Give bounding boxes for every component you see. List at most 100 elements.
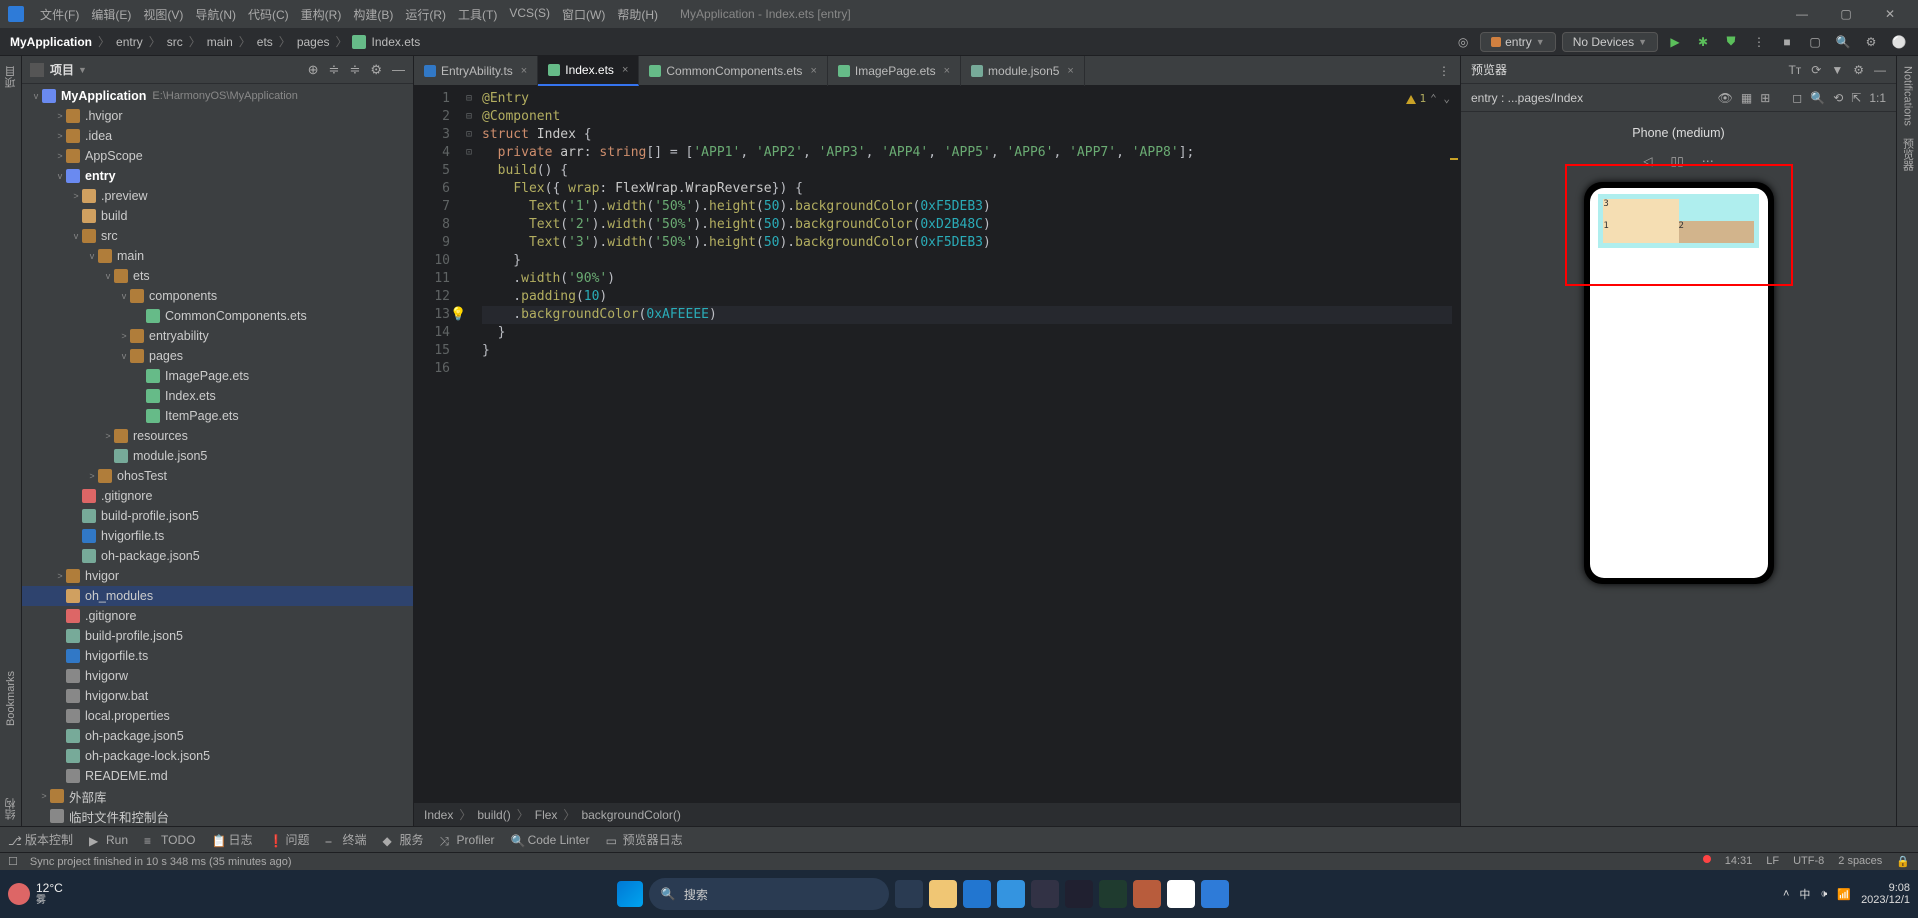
left-gutter-structure[interactable]: 结构 xyxy=(3,792,19,826)
tree-row[interactable]: >.hvigor xyxy=(22,106,413,126)
stop-button[interactable]: ■ xyxy=(1776,31,1798,53)
editor-breadcrumb-item[interactable]: Flex xyxy=(535,808,558,822)
tree-row[interactable]: oh_modules xyxy=(22,586,413,606)
tree-row[interactable]: oh-package-lock.json5 xyxy=(22,746,413,766)
back-icon[interactable]: ◁ xyxy=(1643,154,1652,168)
refresh-icon[interactable]: ⟳ xyxy=(1811,63,1821,77)
tree-row[interactable]: vmain xyxy=(22,246,413,266)
tree-row[interactable]: >外部库 xyxy=(22,786,413,806)
hide-icon[interactable]: — xyxy=(1874,63,1886,77)
editor-tab[interactable]: EntryAbility.ts× xyxy=(414,56,538,86)
status-indent[interactable]: 2 spaces xyxy=(1838,855,1882,868)
rotate-icon[interactable]: ⟲ xyxy=(1833,91,1843,105)
tool-window-button[interactable]: 📋日志 xyxy=(211,831,252,848)
tree-row[interactable]: >AppScope xyxy=(22,146,413,166)
right-gutter-preview[interactable]: 预览器 xyxy=(1900,132,1916,177)
breadcrumb-item[interactable]: ets xyxy=(255,35,275,49)
coverage-button[interactable]: ⛊ xyxy=(1720,31,1742,53)
tree-row[interactable]: ItemPage.ets xyxy=(22,406,413,426)
taskbar-clock-time[interactable]: 9:08 xyxy=(1861,882,1910,894)
menu-item[interactable]: VCS(S) xyxy=(503,4,556,25)
collapse-icon[interactable]: ≑ xyxy=(349,62,360,78)
breadcrumb-item[interactable]: MyApplication xyxy=(8,35,94,49)
menu-item[interactable]: 构建(B) xyxy=(347,4,399,25)
expand-icon[interactable]: ≑ xyxy=(329,62,340,78)
menu-item[interactable]: 文件(F) xyxy=(34,4,85,25)
tree-row[interactable]: build-profile.json5 xyxy=(22,506,413,526)
tree-row[interactable]: oh-package.json5 xyxy=(22,726,413,746)
filter-icon[interactable]: ▼ xyxy=(1831,63,1843,77)
tool-window-button[interactable]: ⤨Profiler xyxy=(440,833,495,847)
device-screen[interactable]: 1 2 3 xyxy=(1590,188,1768,578)
menu-item[interactable]: 帮助(H) xyxy=(611,4,664,25)
taskbar-app-edge[interactable] xyxy=(963,880,991,908)
profile-button[interactable]: ⋮ xyxy=(1748,31,1770,53)
tree-row[interactable]: vets xyxy=(22,266,413,286)
menu-item[interactable]: 工具(T) xyxy=(452,4,503,25)
tree-row[interactable]: >ohosTest xyxy=(22,466,413,486)
device-selector[interactable]: No Devices ▼ xyxy=(1562,32,1658,52)
left-gutter-bookmarks[interactable]: Bookmarks xyxy=(5,665,17,732)
minimize-button[interactable]: — xyxy=(1782,7,1822,21)
tool-window-button[interactable]: ◆服务 xyxy=(383,831,424,848)
taskbar-app-explorer[interactable] xyxy=(929,880,957,908)
editor-tab[interactable]: ImagePage.ets× xyxy=(828,56,961,86)
menu-item[interactable]: 代码(C) xyxy=(242,4,295,25)
tree-row[interactable]: hvigorw xyxy=(22,666,413,686)
menu-item[interactable]: 导航(N) xyxy=(189,4,242,25)
menu-item[interactable]: 视图(V) xyxy=(137,4,189,25)
chevron-down-icon[interactable]: ▼ xyxy=(78,65,87,75)
debug-button[interactable]: ✱ xyxy=(1692,31,1714,53)
tool-window-button[interactable]: ❗问题 xyxy=(269,831,310,848)
tab-close-icon[interactable]: × xyxy=(521,65,527,77)
volume-icon[interactable]: 📶 xyxy=(1837,888,1851,901)
tree-row[interactable]: >.preview xyxy=(22,186,413,206)
run-button[interactable]: ▶ xyxy=(1664,31,1686,53)
more-icon[interactable]: ⋯ xyxy=(1702,154,1714,168)
search-icon[interactable]: 🔍 xyxy=(1832,31,1854,53)
tree-row[interactable]: hvigorfile.ts xyxy=(22,646,413,666)
tree-row[interactable]: build xyxy=(22,206,413,226)
lock-icon[interactable]: 🔒 xyxy=(1896,855,1910,868)
preview-tool-icon[interactable]: Tт xyxy=(1788,63,1801,77)
taskbar-clock-date[interactable]: 2023/12/1 xyxy=(1861,894,1910,906)
editor-tab[interactable]: module.json5× xyxy=(961,56,1085,86)
taskbar-app-pp[interactable] xyxy=(1065,880,1093,908)
tool-window-button[interactable]: 🔍Code Linter xyxy=(511,833,590,847)
taskbar-app-taskview[interactable] xyxy=(895,880,923,908)
ime-icon[interactable]: 中 xyxy=(1799,886,1810,902)
tray-chevron-icon[interactable]: ˄ xyxy=(1783,888,1789,900)
orientation-icon[interactable]: ▯▯ xyxy=(1671,154,1684,168)
tree-row[interactable]: >entryability xyxy=(22,326,413,346)
tab-close-icon[interactable]: × xyxy=(944,65,950,77)
maximize-button[interactable]: ▢ xyxy=(1826,7,1866,21)
grid-icon[interactable]: ⊞ xyxy=(1760,91,1770,105)
tab-close-icon[interactable]: × xyxy=(622,64,628,76)
module-selector[interactable]: entry ▼ xyxy=(1480,32,1556,52)
breadcrumb-item[interactable]: entry xyxy=(114,35,145,49)
start-button[interactable] xyxy=(617,881,643,907)
taskbar-app-store[interactable] xyxy=(997,880,1025,908)
scale-label[interactable]: 1:1 xyxy=(1869,91,1886,105)
tool-window-button[interactable]: ⎯终端 xyxy=(326,831,367,848)
close-button[interactable]: ✕ xyxy=(1870,7,1910,21)
left-gutter-project[interactable]: 项目 xyxy=(3,60,19,94)
tree-row[interactable]: READEME.md xyxy=(22,766,413,786)
editor-breadcrumb-item[interactable]: Index xyxy=(424,808,453,822)
layout-icon[interactable]: ▦ xyxy=(1741,91,1752,105)
user-icon[interactable]: ⚪ xyxy=(1888,31,1910,53)
project-tree[interactable]: v MyApplication E:\HarmonyOS\MyApplicati… xyxy=(22,84,413,826)
tree-row[interactable]: vcomponents xyxy=(22,286,413,306)
breadcrumb-item[interactable]: src xyxy=(165,35,185,49)
tree-row[interactable]: module.json5 xyxy=(22,446,413,466)
settings-icon[interactable]: ⚙ xyxy=(1860,31,1882,53)
editor-breadcrumb-item[interactable]: build() xyxy=(477,808,510,822)
editor-tab[interactable]: CommonComponents.ets× xyxy=(639,56,828,86)
status-encoding[interactable]: UTF-8 xyxy=(1793,855,1824,868)
right-gutter-notifications[interactable]: Notifications xyxy=(1902,60,1914,132)
settings-icon[interactable]: ⚙ xyxy=(370,62,382,78)
tool-window-button[interactable]: ≡TODO xyxy=(144,833,195,847)
target-icon[interactable]: ◎ xyxy=(1452,31,1474,53)
tree-row[interactable]: oh-package.json5 xyxy=(22,546,413,566)
tree-row[interactable]: CommonComponents.ets xyxy=(22,306,413,326)
